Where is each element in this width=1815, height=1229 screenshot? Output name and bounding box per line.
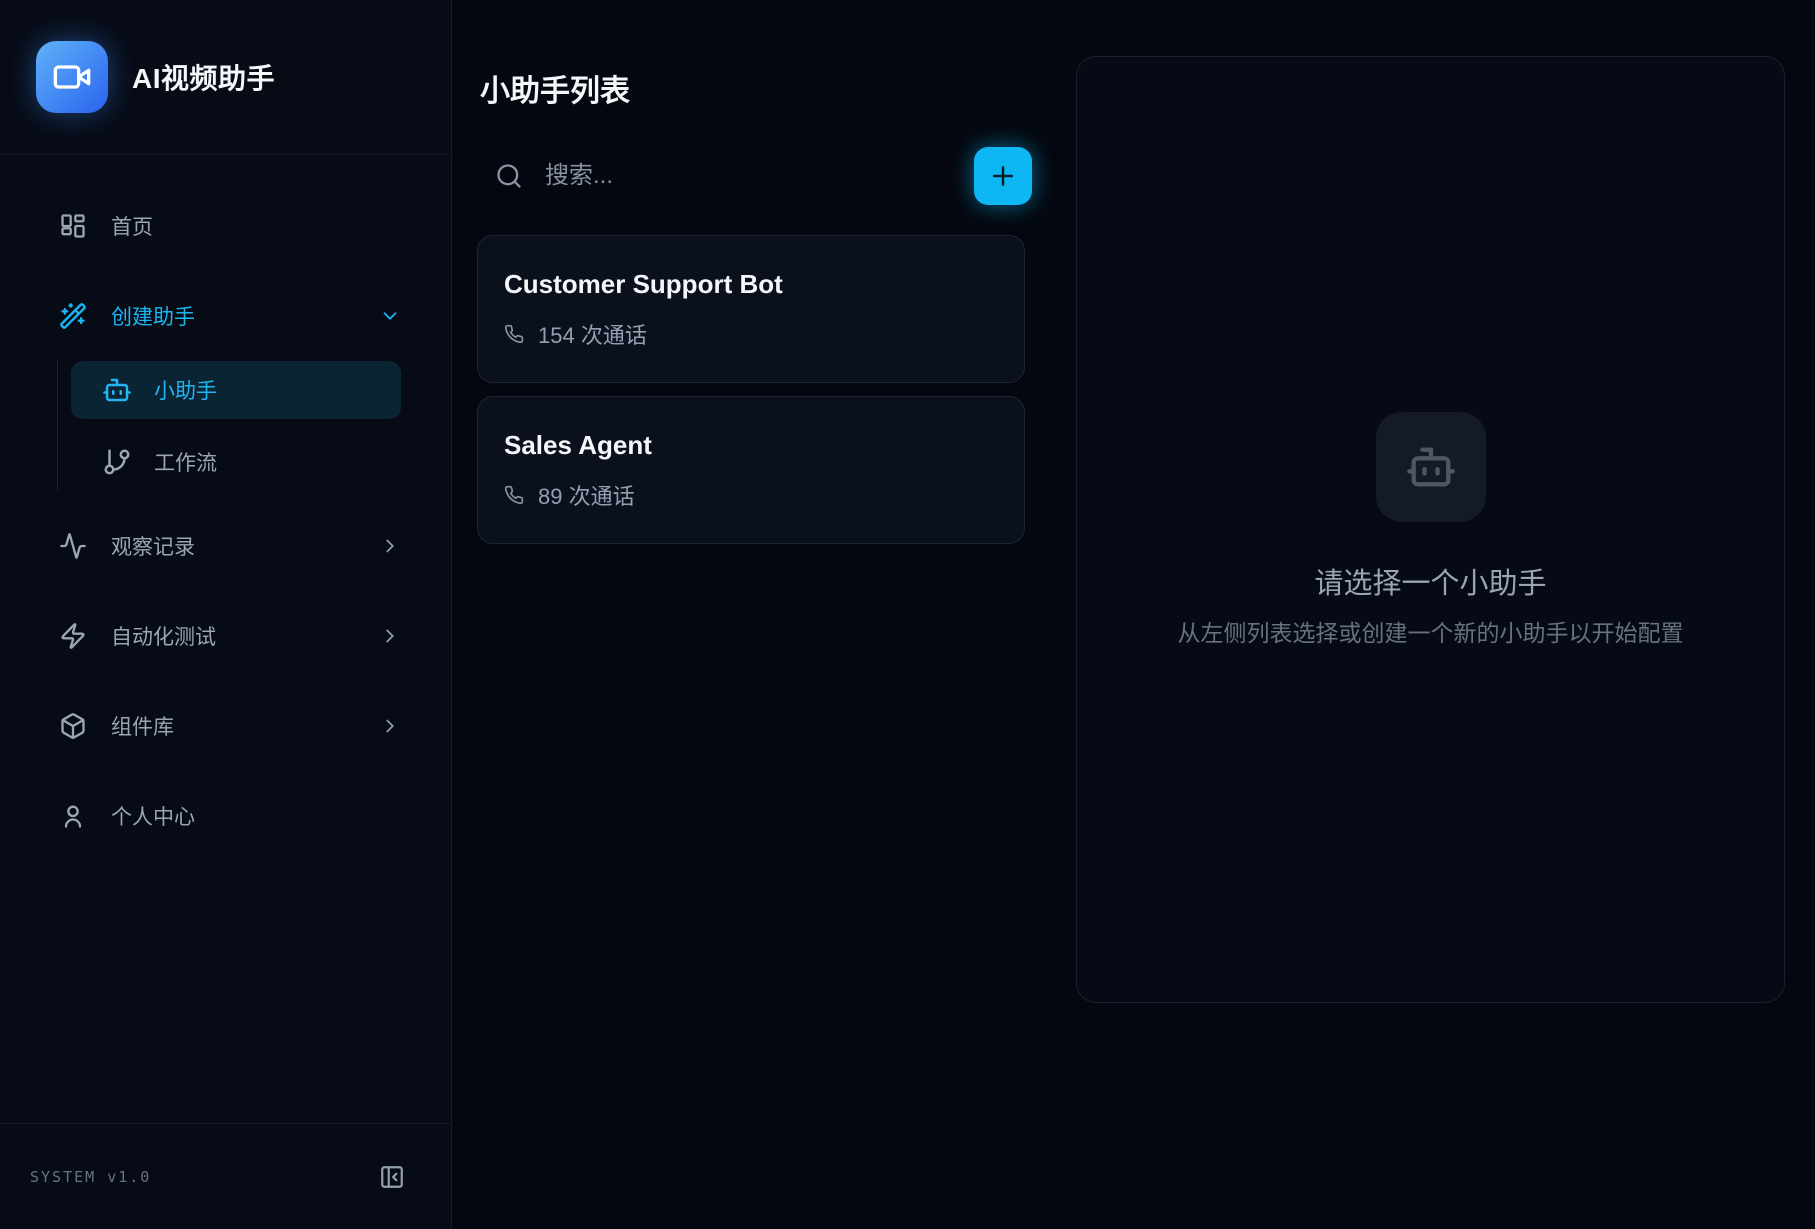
sidebar-footer: SYSTEM v1.0 [0, 1123, 451, 1229]
sidebar-item-create-assistant[interactable]: 创建助手 [36, 287, 401, 345]
sidebar-nav: 首页 创建助手 小助手 [0, 155, 451, 845]
activity-icon [59, 532, 87, 560]
app-title: AI视频助手 [132, 57, 275, 97]
sidebar-item-label: 首页 [111, 211, 153, 241]
panel-left-close-icon [379, 1164, 405, 1190]
app-logo [36, 41, 108, 113]
sidebar: AI视频助手 首页 创建助手 [0, 0, 452, 1229]
sidebar-item-component-library[interactable]: 组件库 [36, 697, 401, 755]
empty-state-icon-container [1376, 412, 1486, 522]
sidebar-header: AI视频助手 [0, 0, 451, 155]
assistant-detail-panel: 请选择一个小助手 从左侧列表选择或创建一个新的小助手以开始配置 [1076, 56, 1785, 1003]
assistant-call-count: 89 次通话 [538, 479, 635, 511]
search-icon [495, 162, 523, 190]
bot-icon [1405, 441, 1457, 493]
sidebar-item-profile[interactable]: 个人中心 [36, 787, 401, 845]
empty-state-title: 请选择一个小助手 [1314, 560, 1546, 602]
page-title: 小助手列表 [480, 66, 1076, 110]
zap-icon [59, 622, 87, 650]
sidebar-item-workflow[interactable]: 工作流 [71, 433, 401, 491]
search-row [477, 147, 1032, 205]
assistant-card[interactable]: Sales Agent 89 次通话 [477, 396, 1025, 544]
plus-icon [988, 161, 1018, 191]
phone-icon [504, 324, 524, 344]
sidebar-item-label: 观察记录 [111, 531, 195, 561]
collapse-sidebar-button[interactable] [379, 1164, 405, 1190]
search-input[interactable] [543, 161, 974, 191]
sidebar-item-assistants[interactable]: 小助手 [71, 361, 401, 419]
system-version: SYSTEM v1.0 [30, 1168, 151, 1186]
assistant-card[interactable]: Customer Support Bot 154 次通话 [477, 235, 1025, 383]
assistant-meta: 89 次通话 [504, 479, 998, 511]
phone-icon [504, 485, 524, 505]
assistant-name: Sales Agent [504, 430, 998, 461]
assistant-list-panel: 小助手列表 Customer Support Bot [452, 0, 1076, 1229]
bot-icon [102, 375, 132, 405]
box-icon [59, 712, 87, 740]
sidebar-item-label: 创建助手 [111, 301, 195, 331]
sidebar-item-observation-logs[interactable]: 观察记录 [36, 517, 401, 575]
sidebar-subgroup-create-assistant: 小助手 工作流 [57, 361, 401, 491]
main-area: 小助手列表 Customer Support Bot [452, 0, 1815, 1229]
sidebar-item-label: 自动化测试 [111, 621, 216, 651]
sidebar-item-label: 个人中心 [111, 801, 195, 831]
sidebar-item-home[interactable]: 首页 [36, 197, 401, 255]
sidebar-item-label: 工作流 [154, 447, 217, 477]
chevron-right-icon [379, 715, 401, 737]
empty-state-subtitle: 从左侧列表选择或创建一个新的小助手以开始配置 [1178, 614, 1684, 648]
sidebar-item-automation-test[interactable]: 自动化测试 [36, 607, 401, 665]
chevron-down-icon [379, 305, 401, 327]
sidebar-item-label: 小助手 [154, 375, 217, 405]
empty-state: 请选择一个小助手 从左侧列表选择或创建一个新的小助手以开始配置 [1178, 412, 1684, 648]
app-window: AI视频助手 首页 创建助手 [0, 0, 1815, 1229]
add-assistant-button[interactable] [974, 147, 1032, 205]
assistant-call-count: 154 次通话 [538, 318, 647, 350]
wand-sparkles-icon [59, 302, 87, 330]
layout-dashboard-icon [59, 212, 87, 240]
chevron-right-icon [379, 625, 401, 647]
search-box [477, 161, 974, 191]
video-camera-icon [52, 57, 92, 97]
user-icon [59, 802, 87, 830]
assistant-meta: 154 次通话 [504, 318, 998, 350]
sidebar-item-label: 组件库 [111, 711, 174, 741]
chevron-right-icon [379, 535, 401, 557]
git-branch-icon [102, 447, 132, 477]
assistant-name: Customer Support Bot [504, 269, 998, 300]
